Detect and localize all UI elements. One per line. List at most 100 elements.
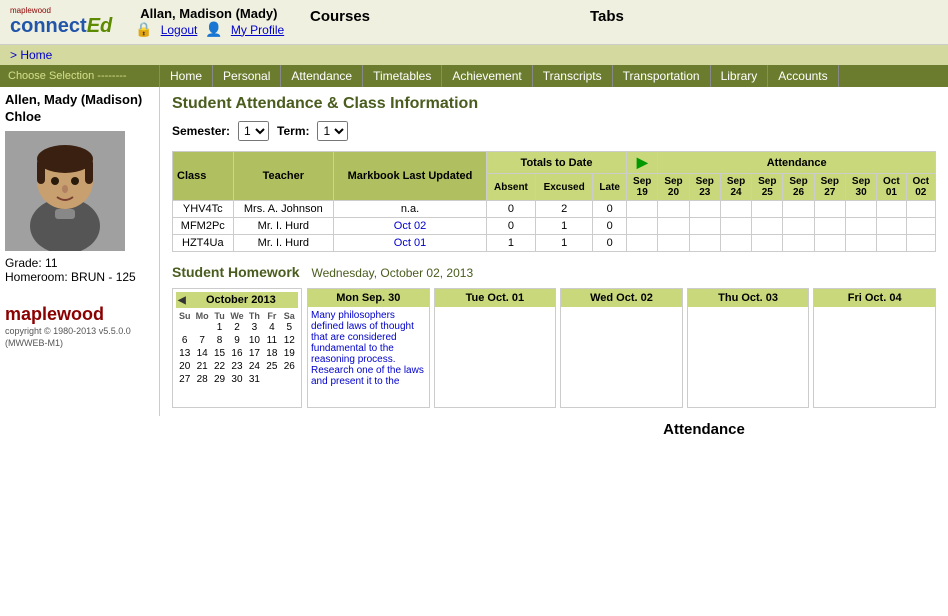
cal-cell-22[interactable]: 22	[211, 360, 228, 373]
row3-teacher: Mr. I. Hurd	[233, 235, 333, 252]
nav-tab-transportation[interactable]: Transportation	[613, 65, 711, 87]
nav-tab-timetables[interactable]: Timetables	[363, 65, 442, 87]
cal-cell-3[interactable]: 3	[246, 321, 263, 334]
maplewood-logo-maple: maple	[5, 304, 57, 324]
sidebar: Allen, Mady (Madison) Chloe	[0, 87, 160, 416]
nav-tab-library[interactable]: Library	[711, 65, 769, 87]
row1-teacher: Mrs. A. Johnson	[233, 201, 333, 218]
cal-cell-11[interactable]: 11	[263, 334, 280, 347]
nav-tab-home[interactable]: Home	[160, 65, 213, 87]
header-links: 🔒 Logout 👤 My Profile	[135, 21, 284, 38]
cal-cell-30[interactable]: 30	[228, 373, 245, 386]
row2-absent: 0	[486, 218, 535, 235]
homework-link-mon-sep30[interactable]: Many philosophers defined laws of though…	[311, 310, 424, 387]
row3-late: 0	[593, 235, 627, 252]
cal-cell-10[interactable]: 10	[246, 334, 263, 347]
logo-connect-text: connectEd	[10, 15, 112, 38]
day-col-header-tue-oct01[interactable]: Tue Oct. 01	[435, 289, 556, 307]
homework-section: Student Homework Wednesday, October 02, …	[172, 264, 936, 408]
annotation-attendance: Attendance	[0, 416, 948, 443]
cal-cell-4[interactable]: 4	[263, 321, 280, 334]
cal-cell-9[interactable]: 9	[228, 334, 245, 347]
day-col-header-wed-oct02[interactable]: Wed Oct. 02	[561, 289, 682, 307]
nav-tab-attendance[interactable]: Attendance	[281, 65, 363, 87]
cal-cell-14[interactable]: 14	[193, 347, 210, 360]
nav-tab-accounts[interactable]: Accounts	[768, 65, 838, 87]
term-select[interactable]: 1 2 3 4	[317, 121, 348, 141]
cal-cell-1[interactable]: 1	[211, 321, 228, 334]
day-col-header-mon-sep30[interactable]: Mon Sep. 30	[308, 289, 429, 307]
cal-cell-2[interactable]: 2	[228, 321, 245, 334]
cal-cell-25[interactable]: 25	[263, 360, 280, 373]
cal-cell-31[interactable]: 31	[246, 373, 263, 386]
cal-day-su: Su	[176, 311, 193, 321]
row3-markbook-link[interactable]: Oct 01	[394, 237, 426, 249]
choose-selection: Choose Selection --------	[0, 65, 160, 87]
day-col-header-fri-oct04[interactable]: Fri Oct. 04	[814, 289, 935, 307]
cal-cell-20[interactable]: 20	[176, 360, 193, 373]
date-oct01: Oct01	[877, 174, 906, 201]
myprofile-link[interactable]: My Profile	[231, 23, 284, 37]
user-name: Allan, Madison (Mady)	[140, 6, 284, 21]
date-sep20: Sep20	[658, 174, 689, 201]
cal-cell-21[interactable]: 21	[193, 360, 210, 373]
cal-cell-5[interactable]: 5	[281, 321, 298, 334]
app-header: maplewood connectEd Allan, Madison (Mady…	[0, 0, 948, 45]
cal-cell-12[interactable]: 12	[281, 334, 298, 347]
cal-cell-6[interactable]: 6	[176, 334, 193, 347]
myprofile-icon: 👤	[205, 21, 222, 38]
cal-cell-7[interactable]: 7	[193, 334, 210, 347]
cal-cell-8[interactable]: 8	[211, 334, 228, 347]
cal-cell	[176, 321, 193, 334]
cal-cell-17[interactable]: 17	[246, 347, 263, 360]
logout-icon: 🔒	[135, 21, 152, 38]
cal-cell-28[interactable]: 28	[193, 373, 210, 386]
row1-excused: 2	[535, 201, 592, 218]
semester-select[interactable]: 1 2	[238, 121, 269, 141]
date-sep25: Sep25	[752, 174, 783, 201]
logo-maple: maplewood	[10, 7, 112, 15]
cal-day-fr: Fr	[263, 311, 280, 321]
cal-cell-23[interactable]: 23	[228, 360, 245, 373]
homeroom-label: Homeroom:	[5, 270, 68, 284]
row2-excused: 1	[535, 218, 592, 235]
day-col-body-mon-sep30: Many philosophers defined laws of though…	[308, 307, 429, 407]
green-arrow-cell: ▶	[627, 152, 658, 174]
cal-cell-16[interactable]: 16	[228, 347, 245, 360]
row1-class: YHV4Tc	[173, 201, 234, 218]
day-col-body-thu-oct03	[688, 307, 809, 407]
calendar-prev-button[interactable]: ◀	[178, 295, 186, 306]
maplewood-logo-ood: ood	[71, 304, 104, 324]
row3-markbook: Oct 01	[334, 235, 487, 252]
content-area: Student Attendance & Class Information S…	[160, 87, 948, 416]
cal-cell-18[interactable]: 18	[263, 347, 280, 360]
row3-absent: 1	[486, 235, 535, 252]
row2-teacher: Mr. I. Hurd	[233, 218, 333, 235]
day-col-wed-oct02: Wed Oct. 02	[560, 288, 683, 408]
nav-tab-achievement[interactable]: Achievement	[442, 65, 532, 87]
nav-tab-transcripts[interactable]: Transcripts	[533, 65, 613, 87]
cal-cell-29[interactable]: 29	[211, 373, 228, 386]
calendar-days: 1 2 3 4 5 6 7 8 9 10 11 12 13	[176, 321, 298, 386]
logout-link[interactable]: Logout	[161, 23, 198, 37]
cal-cell-13[interactable]: 13	[176, 347, 193, 360]
cal-cell	[193, 321, 210, 334]
nav-tab-personal[interactable]: Personal	[213, 65, 281, 87]
cal-cell-27[interactable]: 27	[176, 373, 193, 386]
mini-calendar: ◀ October 2013 Su Mo Tu We Th Fr Sa	[172, 288, 302, 408]
cal-day-we: We	[228, 311, 245, 321]
cal-cell-15[interactable]: 15	[211, 347, 228, 360]
row2-markbook-link[interactable]: Oct 02	[394, 220, 426, 232]
cal-cell-19[interactable]: 19	[281, 347, 298, 360]
logo-area: maplewood connectEd	[10, 7, 112, 38]
day-col-header-thu-oct03[interactable]: Thu Oct. 03	[688, 289, 809, 307]
home-breadcrumb-link[interactable]: > Home	[10, 48, 52, 62]
calendar-days-header: Su Mo Tu We Th Fr Sa	[176, 311, 298, 321]
day-col-fri-oct04: Fri Oct. 04	[813, 288, 936, 408]
cal-cell	[263, 373, 280, 386]
cal-cell-24[interactable]: 24	[246, 360, 263, 373]
col-class-header: Class	[173, 152, 234, 201]
cal-cell-26[interactable]: 26	[281, 360, 298, 373]
table-row: MFM2Pc Mr. I. Hurd Oct 02 0 1 0	[173, 218, 936, 235]
table-row: HZT4Ua Mr. I. Hurd Oct 01 1 1 0	[173, 235, 936, 252]
